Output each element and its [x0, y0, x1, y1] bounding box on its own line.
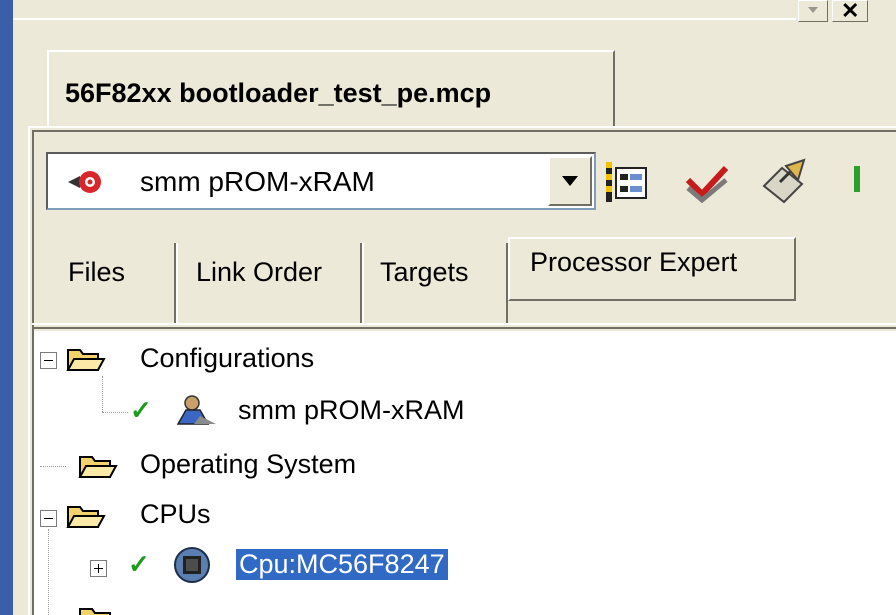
folder-open-icon [79, 608, 111, 615]
target-select-value: smm pROM-xRAM [140, 166, 375, 197]
close-button[interactable]: ✕ [832, 0, 868, 23]
tabs-divider [32, 323, 896, 325]
target-icon [68, 171, 101, 193]
tab-label: Targets [380, 257, 469, 287]
project-file-tab[interactable]: 56F82xx bootloader_test_pe.mcp [47, 50, 615, 126]
target-select[interactable]: smm pROM-xRAM [46, 152, 596, 210]
chevron-down-icon [562, 176, 578, 186]
scroll-down-button[interactable] [798, 0, 828, 22]
tab-files[interactable]: Files [52, 243, 176, 323]
tab-label: Link Order [196, 257, 323, 287]
tree-item-config[interactable]: smm pROM-xRAM [238, 395, 464, 426]
close-icon: ✕ [841, 0, 860, 23]
toolbar-overflow-indicator [854, 166, 860, 192]
dropdown-button[interactable] [548, 156, 592, 206]
expand-icon[interactable] [90, 560, 107, 577]
tab-targets[interactable]: Targets [362, 243, 508, 323]
project-file-name: 56F82xx bootloader_test_pe.mcp [65, 78, 492, 108]
debug-icon[interactable] [760, 158, 810, 206]
tab-link-order[interactable]: Link Order [176, 243, 362, 323]
folder-open-icon [78, 456, 118, 478]
tree-item-operating-system[interactable]: Operating System [140, 449, 356, 480]
horizontal-scrollbar[interactable] [13, 0, 796, 20]
tree-item-cpu[interactable]: Cpu:MC56F8247 [236, 549, 448, 580]
tree-line [102, 376, 103, 412]
tabs-divider-shadow [32, 327, 896, 329]
cpu-icon [174, 547, 210, 583]
settings-icon[interactable] [604, 158, 652, 206]
check-icon: ✓ [128, 549, 150, 579]
tree-line [102, 412, 128, 413]
collapse-icon[interactable] [40, 352, 57, 369]
scrollbar-highlight [13, 18, 796, 20]
folder-open-icon [66, 506, 106, 528]
tab-label: Files [68, 257, 126, 287]
config-icon [176, 395, 216, 425]
tree-line [40, 466, 66, 467]
make-icon[interactable] [682, 158, 730, 206]
processor-expert-tree[interactable]: Configurations ✓ smm pROM-xRAM Operating… [34, 331, 896, 615]
chevron-down-icon [808, 7, 818, 13]
check-icon: ✓ [130, 395, 152, 425]
collapse-icon[interactable] [40, 510, 57, 527]
tree-item-cpus[interactable]: CPUs [140, 499, 211, 530]
folder-open-icon [66, 349, 106, 371]
window-left-border [0, 0, 13, 615]
tree-line [48, 529, 49, 615]
tab-processor-expert[interactable]: Processor Expert [508, 237, 796, 301]
tree-item-configurations[interactable]: Configurations [140, 343, 314, 374]
tab-label: Processor Expert [530, 247, 738, 277]
